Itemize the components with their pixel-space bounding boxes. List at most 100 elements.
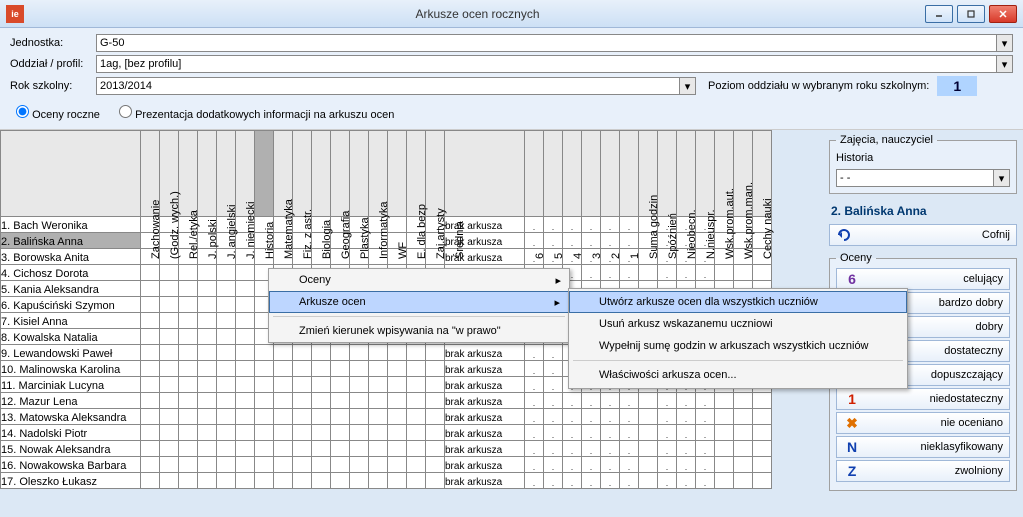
grade-icon: 1 [843, 391, 861, 407]
grade-label: niedostateczny [861, 393, 1003, 405]
maximize-button[interactable] [957, 5, 985, 23]
poziom-label: Poziom oddziału w wybranym roku szkolnym… [708, 80, 929, 92]
menu-separator [573, 360, 903, 361]
student-name-cell[interactable]: 7. Kisiel Anna [1, 313, 141, 329]
grade-label: nieklasyfikowany [861, 441, 1003, 453]
col-c13[interactable]: WF [388, 131, 407, 217]
student-name-cell[interactable]: 17. Oleszko Łukasz [1, 473, 141, 489]
col-c7[interactable]: Matematyka [274, 131, 293, 217]
subject-fieldset: Zajęcia, nauczyciel Historia - -▾ [829, 134, 1017, 194]
oddzial-value: 1ag, [bez profilu] [100, 58, 181, 70]
col-c15[interactable]: Zaj.artysty [426, 131, 445, 217]
col-c3[interactable]: J. polski [198, 131, 217, 217]
table-row[interactable]: 16. Nowakowska Barbarabrak arkusza......… [1, 457, 772, 473]
col-c5[interactable]: J. niemiecki [236, 131, 255, 217]
oddzial-select[interactable]: 1ag, [bez profilu] ▾ [96, 55, 1013, 73]
col-c14[interactable]: E. dla bezp [407, 131, 426, 217]
subject-value: Historia [836, 150, 1010, 166]
table-row[interactable]: 17. Oleszko Łukaszbrak arkusza......... [1, 473, 772, 489]
student-name-cell[interactable]: 8. Kowalska Natalia [1, 329, 141, 345]
submenu-utworz[interactable]: Utwórz arkusze ocen dla wszystkich uczni… [569, 291, 907, 313]
col-c2[interactable]: Rel./etyka [179, 131, 198, 217]
menu-separator [273, 316, 565, 317]
col-c0[interactable]: Zachowanie [141, 131, 160, 217]
close-button[interactable] [989, 5, 1017, 23]
context-menu: Oceny▸ Arkusze ocen▸ Zmień kierunek wpis… [268, 268, 570, 343]
col-c6[interactable]: Historia [255, 131, 274, 217]
menu-arkusze-ocen[interactable]: Arkusze ocen▸ [269, 291, 569, 313]
student-name-cell[interactable]: 4. Cichosz Dorota [1, 265, 141, 281]
student-name-cell[interactable]: 14. Nadolski Piotr [1, 425, 141, 441]
grade-button-5[interactable]: 1niedostateczny [836, 388, 1010, 410]
submenu-usun[interactable]: Usuń arkusz wskazanemu uczniowi [569, 313, 907, 335]
menu-oceny[interactable]: Oceny▸ [269, 269, 569, 291]
menu-zmien-kierunek[interactable]: Zmień kierunek wpisywania na "w prawo" [269, 320, 569, 342]
grade-button-8[interactable]: Zzwolniony [836, 460, 1010, 482]
student-name-cell[interactable]: 16. Nowakowska Barbara [1, 457, 141, 473]
submenu-arkusze: Utwórz arkusze ocen dla wszystkich uczni… [568, 288, 908, 389]
minimize-button[interactable] [925, 5, 953, 23]
col-c10[interactable]: Geografia [331, 131, 350, 217]
oceny-legend: Oceny [836, 252, 876, 264]
grade-label: celujący [861, 273, 1003, 285]
col-c8[interactable]: Fiz. z astr. [293, 131, 312, 217]
chevron-down-icon: ▾ [996, 35, 1012, 51]
undo-label: Cofnij [982, 229, 1010, 241]
jednostka-value: G-50 [100, 37, 124, 49]
grade-icon: 6 [843, 271, 861, 287]
student-name-cell[interactable]: 13. Matowska Aleksandra [1, 409, 141, 425]
chevron-right-icon: ▸ [555, 274, 561, 287]
student-name-cell[interactable]: 11. Marciniak Lucyna [1, 377, 141, 393]
grade-icon: Z [843, 463, 861, 479]
teacher-select[interactable]: - -▾ [836, 169, 1010, 187]
grade-button-0[interactable]: 6celujący [836, 268, 1010, 290]
col-c1[interactable]: (Godz. wych.) [160, 131, 179, 217]
student-name-cell[interactable]: 5. Kania Aleksandra [1, 281, 141, 297]
student-name-cell[interactable]: 12. Mazur Lena [1, 393, 141, 409]
col-c4[interactable]: J. angielski [217, 131, 236, 217]
col-c11[interactable]: Plastyka [350, 131, 369, 217]
rok-value: 2013/2014 [100, 80, 152, 92]
grade-icon: ✖ [843, 415, 861, 432]
table-row[interactable]: 14. Nadolski Piotrbrak arkusza......... [1, 425, 772, 441]
grade-button-6[interactable]: ✖nie oceniano [836, 412, 1010, 434]
student-name-cell[interactable]: 9. Lewandowski Paweł [1, 345, 141, 361]
rok-select[interactable]: 2013/2014 ▾ [96, 77, 696, 95]
grade-label: nie oceniano [861, 417, 1003, 429]
radio-prezentacja[interactable]: Prezentacja dodatkowych informacji na ar… [119, 109, 394, 121]
chevron-down-icon: ▾ [993, 170, 1009, 186]
zajecia-legend: Zajęcia, nauczyciel [836, 134, 937, 146]
student-name-cell[interactable]: 2. Balińska Anna [1, 233, 141, 249]
col-c12[interactable]: Informatyka [369, 131, 388, 217]
oddzial-label: Oddział / profil: [10, 58, 96, 70]
titlebar: ie Arkusze ocen rocznych [0, 0, 1023, 28]
student-name-cell[interactable]: 1. Bach Weronika [1, 217, 141, 233]
grade-button-7[interactable]: Nnieklasyfikowany [836, 436, 1010, 458]
grade-icon: N [843, 439, 861, 455]
chevron-down-icon: ▾ [996, 56, 1012, 72]
submenu-wypelnij[interactable]: Wypełnij sumę godzin w arkuszach wszystk… [569, 335, 907, 357]
undo-icon [836, 227, 852, 243]
student-name-cell[interactable]: 15. Nowak Aleksandra [1, 441, 141, 457]
poziom-value: 1 [937, 76, 977, 96]
table-row[interactable]: 13. Matowska Aleksandrabrak arkusza.....… [1, 409, 772, 425]
name-column-header [1, 131, 141, 217]
app-icon: ie [6, 5, 24, 23]
table-row[interactable]: 12. Mazur Lenabrak arkusza......... [1, 393, 772, 409]
student-name-cell[interactable]: 3. Borowska Anita [1, 249, 141, 265]
radio-oceny-roczne[interactable]: Oceny roczne [16, 109, 100, 121]
table-row[interactable]: 15. Nowak Aleksandrabrak arkusza........… [1, 441, 772, 457]
jednostka-label: Jednostka: [10, 37, 96, 49]
student-name-cell[interactable]: 6. Kapuściński Szymon [1, 297, 141, 313]
student-name-cell[interactable]: 10. Malinowska Karolina [1, 361, 141, 377]
submenu-wlasciwosci[interactable]: Właściwości arkusza ocen... [569, 364, 907, 386]
undo-button[interactable]: Cofnij [829, 224, 1017, 246]
jednostka-select[interactable]: G-50 ▾ [96, 34, 1013, 52]
rok-label: Rok szkolny: [10, 80, 96, 92]
col-c9[interactable]: Biologia [312, 131, 331, 217]
selected-student: 2. Balińska Anna [829, 200, 1017, 224]
chevron-right-icon: ▸ [554, 296, 560, 309]
grade-label: zwolniony [861, 465, 1003, 477]
chevron-down-icon: ▾ [679, 78, 695, 94]
window-title: Arkusze ocen rocznych [30, 7, 925, 21]
